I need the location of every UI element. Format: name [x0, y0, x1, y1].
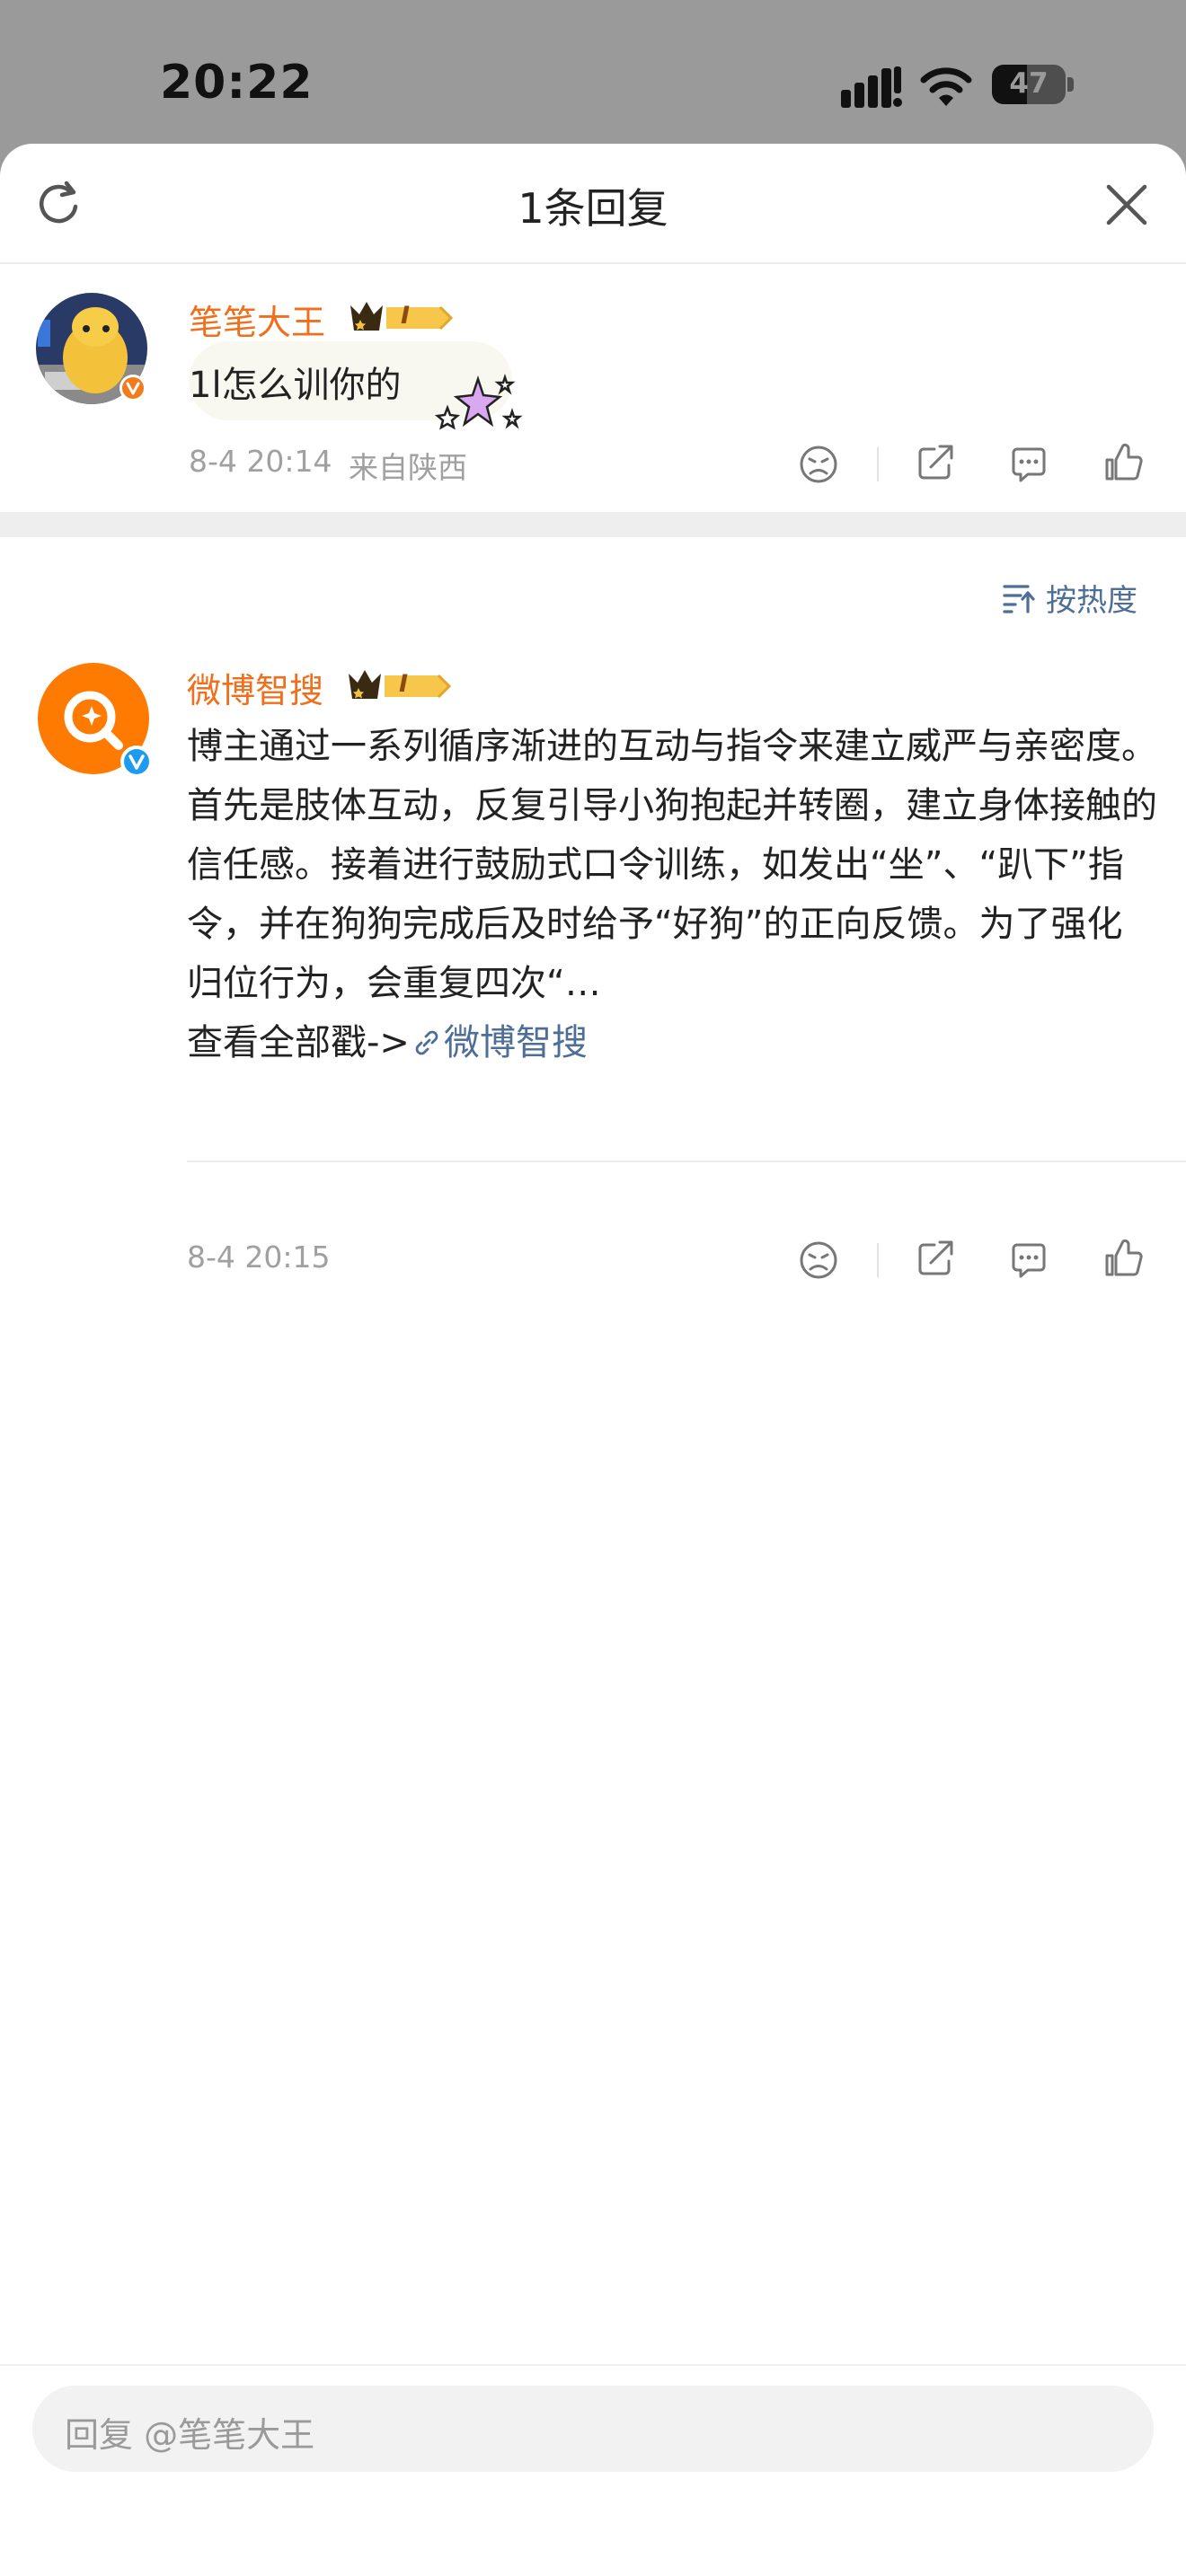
- action-divider: [877, 1243, 879, 1277]
- avatar[interactable]: [36, 293, 153, 410]
- comment-location: 来自陕西: [349, 450, 467, 485]
- reply-text: 博主通过一系列循序渐进的互动与指令来建立威严与亲密度。首先是肢体互动，反复引导小…: [187, 726, 1157, 1004]
- battery-percent: 47: [1009, 67, 1049, 100]
- wifi-icon: [920, 67, 972, 106]
- dislike-icon[interactable]: [798, 1239, 839, 1281]
- like-icon[interactable]: [1103, 1238, 1145, 1279]
- comment-icon[interactable]: [1008, 444, 1049, 485]
- reply-input-placeholder: 回复 @笔笔大王: [65, 2415, 315, 2455]
- share-icon[interactable]: [915, 1238, 956, 1279]
- share-icon[interactable]: [915, 442, 956, 483]
- replies-sheet: 1条回复 笔笔大王 I 1l怎么训你的 8-4 20:14 来自陕西 按热度 微…: [0, 144, 1186, 2576]
- comment-author-name[interactable]: 笔笔大王: [189, 295, 325, 344]
- sort-label: 按热度: [1046, 582, 1137, 619]
- reply-bar: 回复 @笔笔大王: [0, 2364, 1186, 2576]
- action-divider: [877, 447, 879, 481]
- member-crown-badge: I: [347, 298, 456, 341]
- like-icon[interactable]: [1103, 442, 1145, 483]
- sort-by-hot-button[interactable]: 按热度: [1001, 575, 1137, 620]
- status-bar: 20:22 47: [0, 0, 1186, 144]
- weibo-search-link[interactable]: 微博智搜: [410, 1022, 588, 1063]
- weibo-search-link-label: 微博智搜: [443, 1022, 588, 1063]
- comment-date: 8-4 20:14: [189, 444, 332, 479]
- member-level: I: [399, 670, 409, 698]
- reply-divider: [187, 1160, 1186, 1162]
- sheet-header: 1条回复: [0, 144, 1186, 264]
- section-divider: [0, 512, 1186, 537]
- status-time: 20:22: [160, 56, 314, 110]
- link-icon: [415, 1030, 438, 1055]
- view-all-link[interactable]: 查看全部戳->: [187, 1022, 410, 1063]
- sheet-title: 1条回复: [518, 184, 668, 233]
- reply-date: 8-4 20:15: [187, 1239, 331, 1275]
- cellular-signal-icon: [841, 66, 902, 108]
- weibo-ai-avatar[interactable]: [36, 661, 158, 783]
- sparkle-stars-icon: [434, 374, 523, 430]
- reply-text-block: 博主通过一系列循序渐进的互动与指令来建立威严与亲密度。首先是肢体互动，反复引导小…: [187, 717, 1157, 1072]
- dislike-icon[interactable]: [798, 444, 839, 485]
- reply-input[interactable]: 回复 @笔笔大王: [32, 2386, 1154, 2472]
- member-crown-badge: I: [345, 666, 455, 710]
- comment-text: 1l怎么训你的: [189, 365, 402, 406]
- battery-icon: 47: [992, 65, 1075, 106]
- reply-author-name[interactable]: 微博智搜: [187, 663, 323, 712]
- member-level: I: [401, 302, 411, 330]
- comment-icon[interactable]: [1008, 1239, 1049, 1281]
- close-icon[interactable]: [1103, 181, 1150, 228]
- sort-icon: [1003, 585, 1035, 613]
